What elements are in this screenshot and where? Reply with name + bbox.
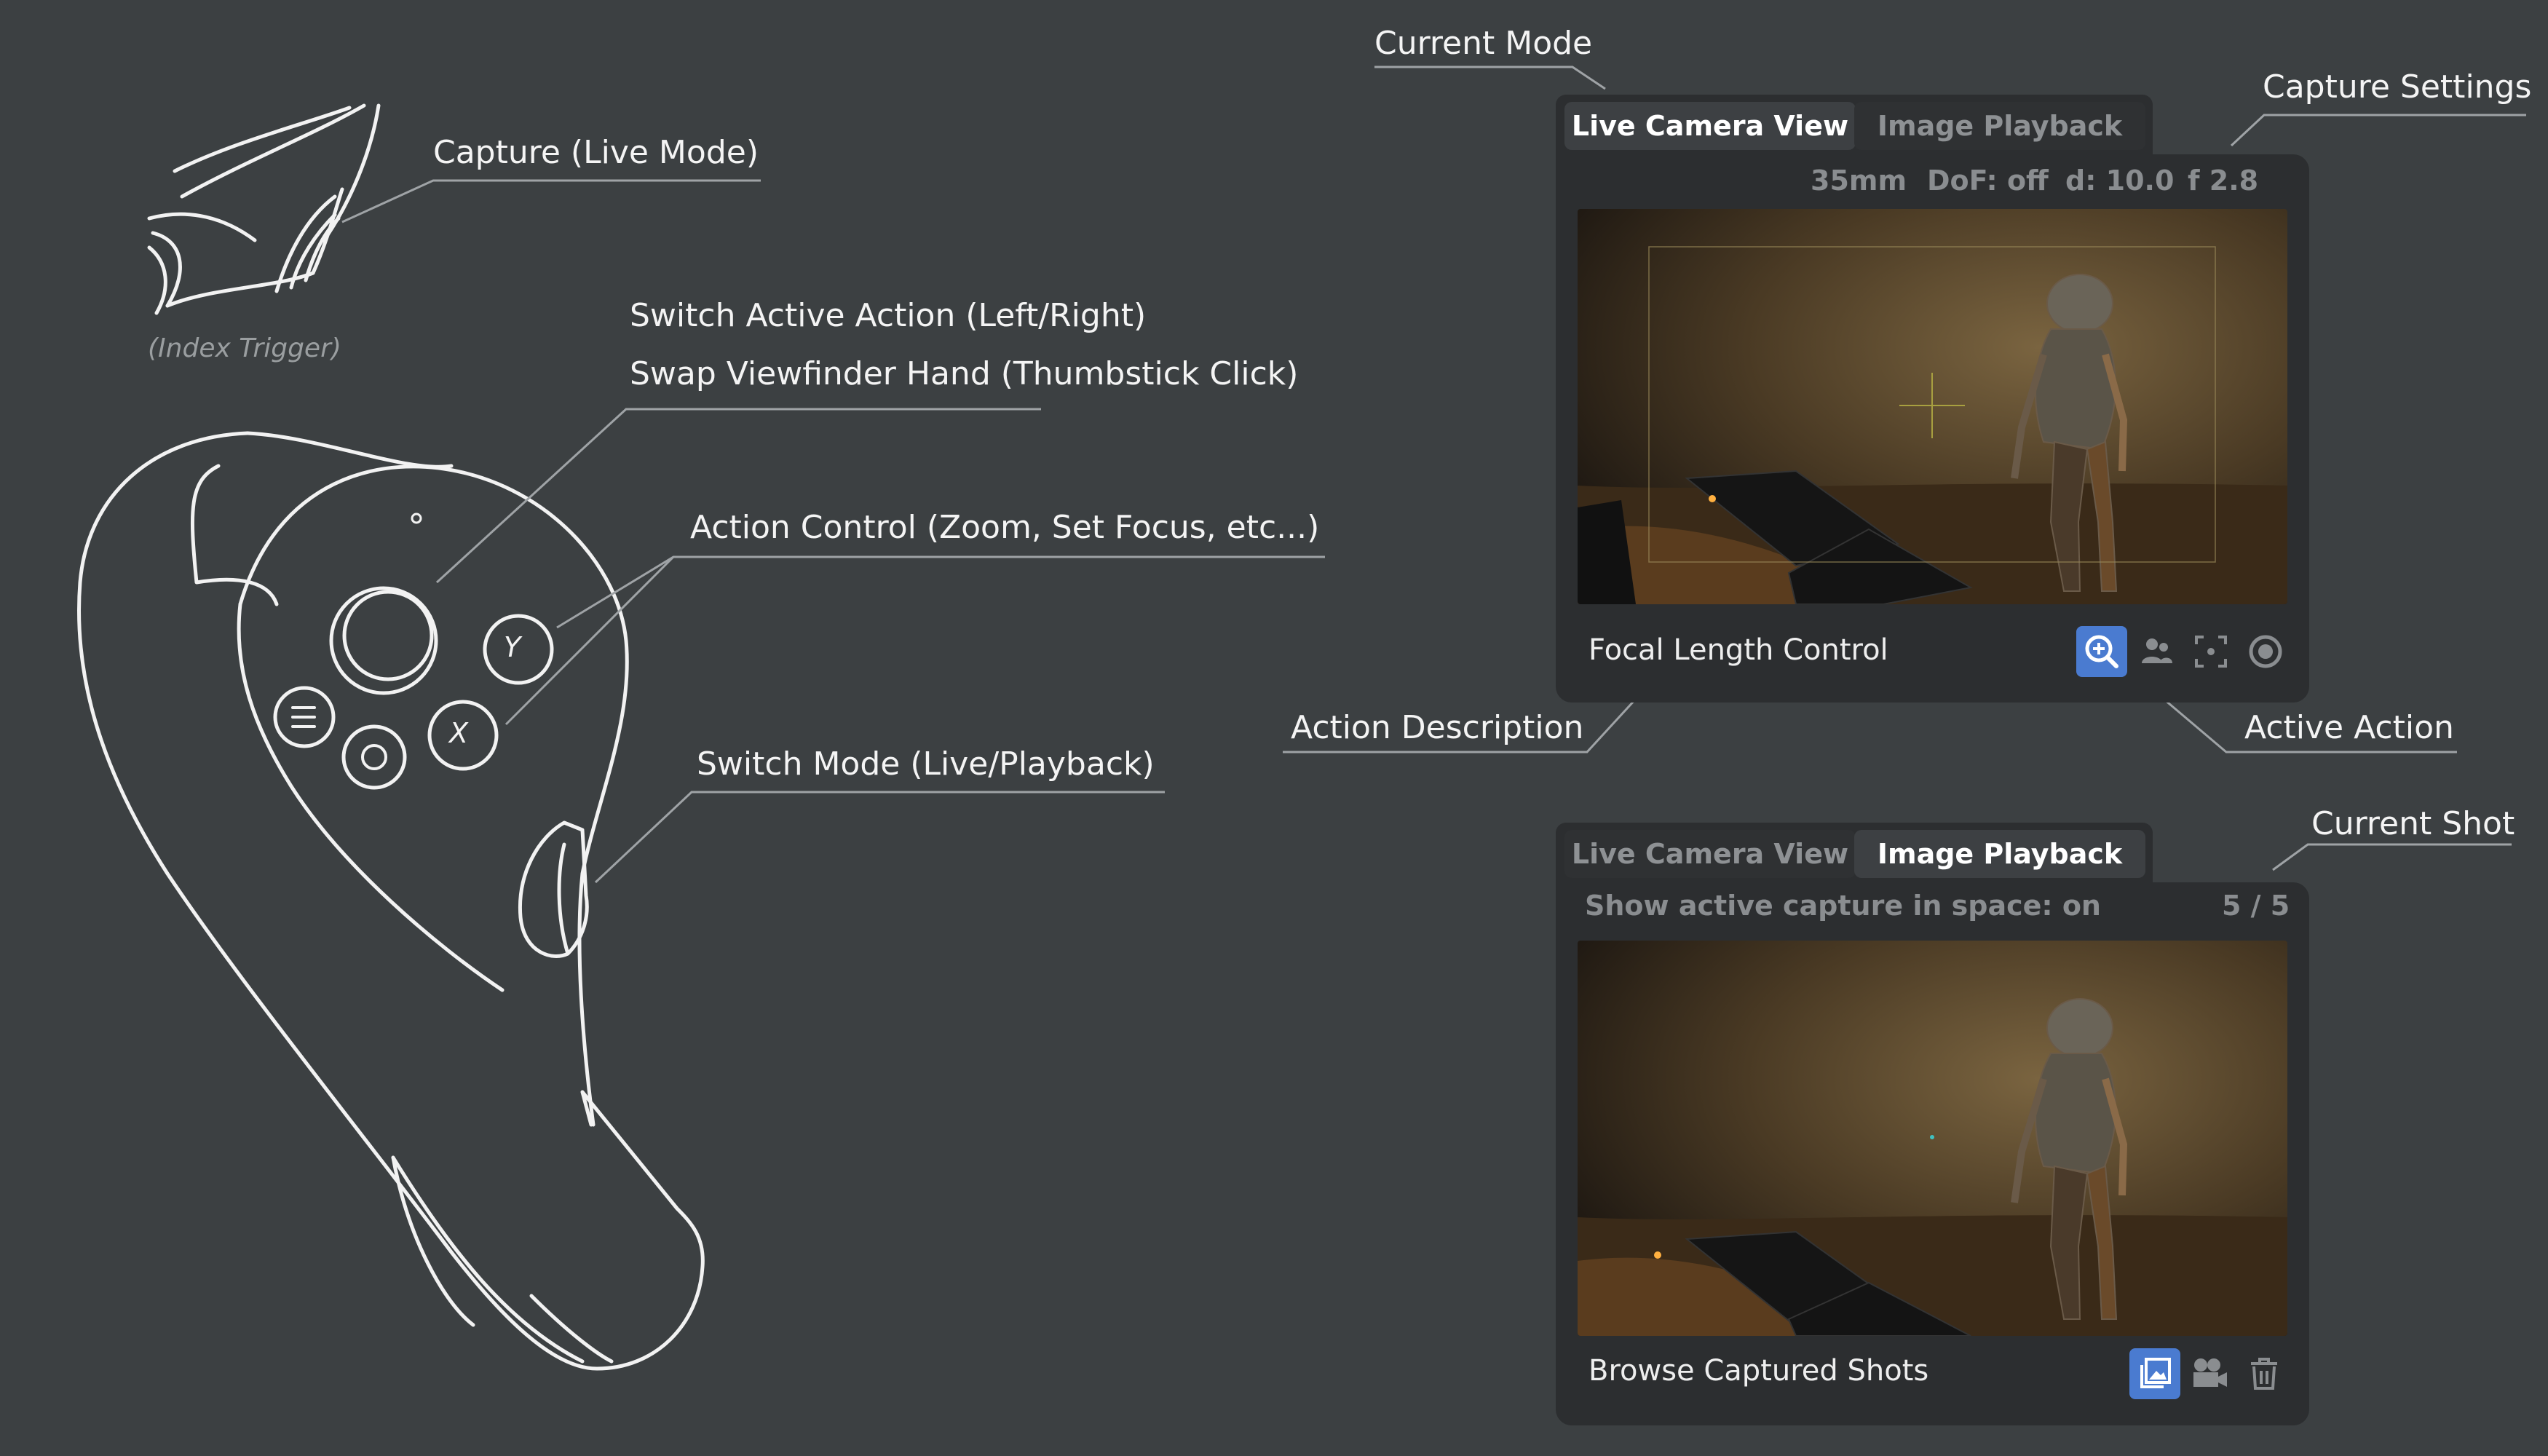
trash-icon <box>2251 1358 2277 1390</box>
zoom-in-icon <box>2085 635 2118 668</box>
live-scene-image <box>1578 209 2287 604</box>
playback-panel-body: Show active capture in space: on 5 / 5 B… <box>1556 882 2309 1425</box>
mode-tabs: Live Camera View Image Playback <box>1556 823 2153 882</box>
dof-value: DoF: off <box>1927 165 2049 197</box>
playback-viewer[interactable] <box>1578 941 2287 1336</box>
live-panel-body: 35mm DoF: off d: 10.0 f 2.8 Focal Length… <box>1556 154 2309 703</box>
mode-tabs: Live Camera View Image Playback <box>1556 95 2153 154</box>
camera-icon <box>2193 1358 2227 1387</box>
swap-hand-label: Swap Viewfinder Hand (Thumbstick Click) <box>630 355 1299 392</box>
action-description: Focal Length Control <box>1588 633 1888 667</box>
captured-shot-image <box>1578 941 2287 1336</box>
aperture-icon <box>2249 635 2282 668</box>
button-y-label: Y <box>504 631 521 663</box>
current-shot-label: Current Shot <box>2311 805 2515 842</box>
current-mode-label: Current Mode <box>1374 25 1593 62</box>
index-trigger-sketch <box>147 103 381 315</box>
delete-action-button[interactable] <box>2239 1348 2290 1399</box>
shot-counter: 5 / 5 <box>2222 890 2290 922</box>
camera-action-button[interactable] <box>2184 1348 2235 1399</box>
switch-mode-label: Switch Mode (Live/Playback) <box>697 745 1155 783</box>
capture-label: Capture (Live Mode) <box>433 134 759 171</box>
fstop-value: f 2.8 <box>2188 165 2259 197</box>
tab-live-camera-view[interactable]: Live Camera View <box>1564 102 1856 150</box>
people-focus-action-button[interactable] <box>2131 626 2182 677</box>
action-description: Browse Captured Shots <box>1588 1354 1929 1388</box>
live-viewfinder[interactable] <box>1578 209 2287 604</box>
switch-action-label: Switch Active Action (Left/Right) <box>630 297 1147 334</box>
action-description-label: Action Description <box>1291 709 1584 746</box>
capture-settings-bar: 35mm DoF: off d: 10.0 f 2.8 <box>1556 154 2309 205</box>
index-trigger-label: (Index Trigger) <box>148 333 341 363</box>
aperture-action-button[interactable] <box>2240 626 2291 677</box>
people-focus-icon <box>2142 638 2172 663</box>
distance-value: d: 10.0 <box>2065 165 2175 197</box>
tab-image-playback[interactable]: Image Playback <box>1854 830 2145 878</box>
active-action-label: Active Action <box>2244 709 2454 746</box>
tab-live-camera-view[interactable]: Live Camera View <box>1564 830 1856 878</box>
live-camera-panel: Live Camera View Image Playback 35mm DoF… <box>1556 95 2309 703</box>
gallery-icon <box>2140 1358 2171 1388</box>
focus-frame-icon <box>2195 636 2227 668</box>
focus-frame-action-button[interactable] <box>2185 626 2236 677</box>
focal-length-value: 35mm <box>1811 165 1907 197</box>
gallery-action-button[interactable] <box>2129 1348 2180 1399</box>
action-control-label: Action Control (Zoom, Set Focus, etc...) <box>690 509 1320 546</box>
zoom-action-button[interactable] <box>2076 626 2127 677</box>
tab-image-playback[interactable]: Image Playback <box>1854 102 2145 150</box>
show-capture-setting: Show active capture in space: on <box>1585 890 2101 922</box>
playback-info-bar: Show active capture in space: on 5 / 5 <box>1556 882 2309 933</box>
button-x-label: X <box>449 717 469 749</box>
controller-body <box>77 431 705 1371</box>
image-playback-panel: Live Camera View Image Playback Show act… <box>1556 823 2309 1425</box>
